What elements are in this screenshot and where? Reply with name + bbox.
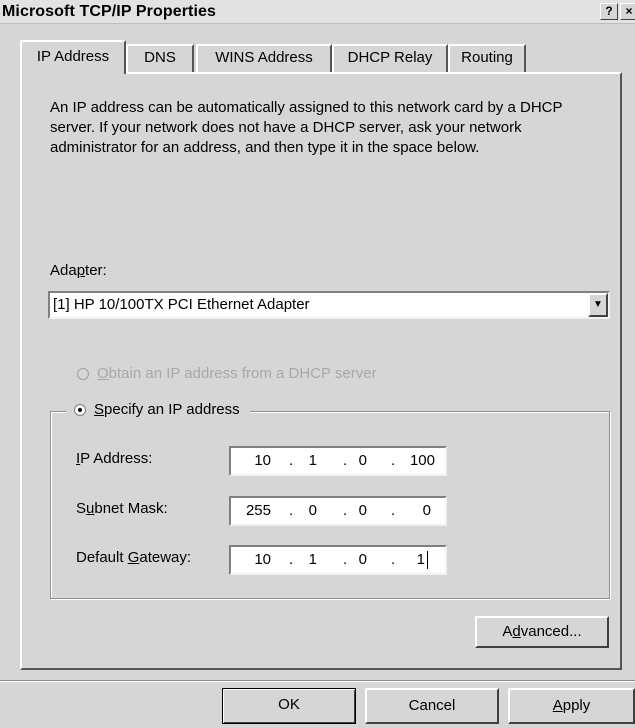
ip-address-input[interactable]: 10 . 1 . 0 . 100 <box>229 446 447 476</box>
subnet-mask-input[interactable]: 255 . 0 . 0 . 0 <box>229 496 447 526</box>
apply-button[interactable]: Apply <box>508 688 635 724</box>
dropdown-button[interactable]: ▼ <box>588 293 608 317</box>
help-button[interactable]: ? <box>600 3 618 20</box>
dhcp-radio-button[interactable] <box>77 367 89 380</box>
tab-routing[interactable]: Routing <box>448 44 526 72</box>
tab-wins-address[interactable]: WINS Address <box>196 44 332 72</box>
close-button[interactable]: × <box>620 3 635 20</box>
tab-dns[interactable]: DNS <box>126 44 194 72</box>
octet: 0 <box>308 502 317 519</box>
subnet-mask-label: Subnet Mask: <box>76 500 168 517</box>
octet: 255 <box>245 502 271 519</box>
window-title: Microsoft TCP/IP Properties <box>2 3 217 20</box>
text-caret <box>427 551 428 569</box>
ok-button[interactable]: OK <box>222 688 356 724</box>
tab-label: DNS <box>144 49 176 66</box>
adapter-select[interactable]: [1] HP 10/100TX PCI Ethernet Adapter ▼ <box>48 291 610 319</box>
tab-label: IP Address <box>36 48 110 65</box>
dhcp-radio-option[interactable]: Obtain an IP address from a DHCP server <box>77 365 377 382</box>
octet: 100 <box>409 452 435 469</box>
tcpip-properties-dialog: Microsoft TCP/IP Properties ? × IP Addre… <box>0 0 635 728</box>
default-gateway-input[interactable]: 10 . 1 . 0 . 1 <box>229 545 447 575</box>
octet: 10 <box>254 551 271 568</box>
dhcp-radio-label: Obtain an IP address from a DHCP server <box>97 365 377 382</box>
cancel-button[interactable]: Cancel <box>365 688 499 724</box>
static-radio-option[interactable]: Specify an IP address <box>66 401 250 418</box>
footer-separator <box>0 680 635 682</box>
help-icon: ? <box>605 4 613 18</box>
title-bar[interactable]: Microsoft TCP/IP Properties ? × <box>0 0 635 24</box>
octet: 0 <box>358 551 367 568</box>
static-radio-button[interactable] <box>74 403 86 416</box>
advanced-button[interactable]: Advanced... <box>475 616 609 648</box>
octet: 1 <box>416 551 425 568</box>
tab-ip-address[interactable]: IP Address <box>20 40 126 74</box>
description-text: An IP address can be automatically assig… <box>50 99 563 156</box>
ip-address-label: IP Address: <box>76 450 153 467</box>
static-radio-label: Specify an IP address <box>94 401 240 418</box>
tab-label: DHCP Relay <box>347 49 433 66</box>
close-icon: × <box>625 4 633 18</box>
tab-dhcp-relay[interactable]: DHCP Relay <box>332 44 448 72</box>
octet: 1 <box>308 452 317 469</box>
adapter-label: Adapter: <box>50 262 107 279</box>
octet: 1 <box>308 551 317 568</box>
default-gateway-label: Default Gateway: <box>76 549 192 566</box>
adapter-selected-value: [1] HP 10/100TX PCI Ethernet Adapter <box>53 296 310 313</box>
tab-label: Routing <box>461 49 513 66</box>
octet: 0 <box>422 502 431 519</box>
tab-label: WINS Address <box>215 49 313 66</box>
octet: 10 <box>254 452 271 469</box>
chevron-down-icon: ▼ <box>593 299 603 310</box>
octet: 0 <box>358 502 367 519</box>
octet: 0 <box>358 452 367 469</box>
